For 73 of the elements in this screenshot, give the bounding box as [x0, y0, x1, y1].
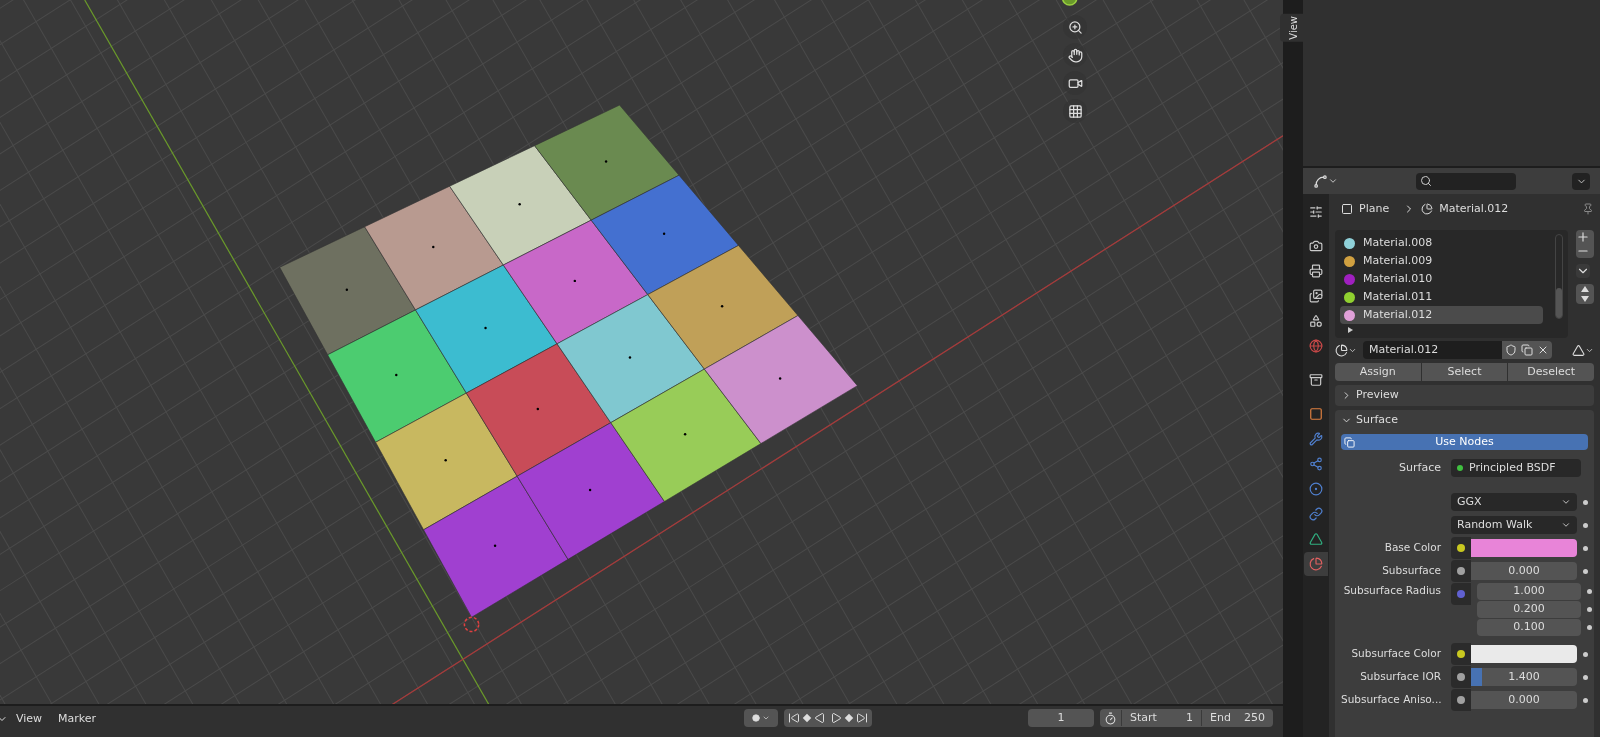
- menu-item[interactable]: View: [8, 709, 51, 729]
- menu-caret-icon[interactable]: [1576, 264, 1590, 278]
- expand-triangle-icon[interactable]: [1348, 327, 1353, 333]
- dropdown-field[interactable]: GGX: [1451, 493, 1577, 511]
- number-slider[interactable]: 0.000: [1471, 691, 1577, 709]
- zoom-icon[interactable]: [1063, 15, 1087, 39]
- current-frame-field[interactable]: 1: [1028, 709, 1094, 727]
- field-label: Subsurface Aniso...: [1341, 692, 1443, 708]
- breadcrumb-item[interactable]: Material.012: [1439, 200, 1509, 218]
- move-up-icon[interactable]: [1581, 286, 1589, 292]
- camera-icon[interactable]: [1063, 71, 1087, 95]
- field-label: Surface: [1398, 459, 1442, 476]
- object-icon: [1341, 203, 1353, 215]
- duplicate-icon[interactable]: [1521, 344, 1533, 356]
- play-icon[interactable]: [830, 712, 842, 724]
- start-frame-field[interactable]: Start 1: [1121, 709, 1201, 727]
- field-label: Subsurface Color: [1350, 646, 1442, 662]
- number-slider[interactable]: 0.000: [1471, 562, 1577, 580]
- material-slot[interactable]: Material.010: [1340, 270, 1543, 288]
- number-field[interactable]: 0.200: [1477, 601, 1581, 618]
- 3d-cursor-icon: [463, 616, 480, 633]
- number-field[interactable]: 1.000: [1477, 583, 1581, 600]
- next-keyframe-icon[interactable]: [844, 713, 854, 723]
- field-label: Subsurface Radius: [1342, 583, 1442, 598]
- fake-user-icon[interactable]: [1505, 344, 1517, 356]
- breadcrumb-item[interactable]: Plane: [1359, 200, 1390, 218]
- color-swatch[interactable]: [1471, 539, 1577, 557]
- search-icon: [1420, 175, 1432, 187]
- search-field[interactable]: [1416, 172, 1516, 190]
- number-field[interactable]: 0.100: [1477, 619, 1581, 636]
- material-slot[interactable]: Material.009: [1340, 252, 1543, 270]
- grid-icon[interactable]: [1063, 99, 1087, 123]
- panel-header[interactable]: Surface: [1335, 410, 1594, 431]
- end-frame-field[interactable]: End 250: [1201, 709, 1273, 727]
- caret-icon: [1561, 520, 1571, 530]
- jump-end-icon[interactable]: [856, 712, 868, 724]
- editor-type-icon[interactable]: [1313, 173, 1338, 189]
- field-label: Base Color: [1383, 540, 1442, 556]
- panel-header[interactable]: Preview: [1335, 385, 1594, 406]
- use-nodes-button[interactable]: Use Nodes: [1341, 434, 1588, 450]
- caret-icon: [1561, 497, 1571, 507]
- scrollbar[interactable]: [1555, 234, 1563, 319]
- link-mode-icon[interactable]: [1572, 343, 1594, 357]
- dropdown-field[interactable]: Random Walk: [1451, 516, 1577, 534]
- color-swatch[interactable]: [1471, 645, 1577, 663]
- material-slot[interactable]: Material.012: [1340, 306, 1543, 324]
- record-dot-icon: [752, 714, 760, 722]
- action-button[interactable]: Assign: [1335, 363, 1421, 381]
- material-slot[interactable]: Material.011: [1340, 288, 1543, 306]
- field-label: Subsurface IOR: [1359, 669, 1442, 685]
- add-icon[interactable]: [1576, 230, 1590, 244]
- action-button[interactable]: Select: [1421, 363, 1508, 381]
- material-browse-icon[interactable]: [1335, 343, 1357, 357]
- field-label: Subsurface: [1381, 563, 1442, 579]
- prev-keyframe-icon[interactable]: [802, 713, 812, 723]
- stopwatch-icon[interactable]: [1104, 711, 1117, 725]
- menu-item[interactable]: Marker: [50, 709, 105, 729]
- move-down-icon[interactable]: [1581, 296, 1589, 302]
- material-slot[interactable]: Material.008: [1340, 234, 1543, 252]
- pin-icon[interactable]: [1582, 203, 1594, 215]
- dropdown-button[interactable]: [1572, 172, 1590, 190]
- material-icon[interactable]: [1304, 552, 1328, 576]
- record-button[interactable]: [744, 709, 778, 727]
- play-reverse-icon[interactable]: [814, 712, 826, 724]
- close-icon[interactable]: [1537, 344, 1549, 356]
- action-button[interactable]: Deselect: [1508, 363, 1594, 381]
- material-name-field[interactable]: Material.012: [1363, 341, 1502, 359]
- shader-field[interactable]: Principled BSDF: [1451, 459, 1581, 477]
- number-slider[interactable]: 1.400: [1471, 668, 1577, 686]
- caret-icon: [762, 714, 770, 722]
- material-icon: [1421, 203, 1434, 215]
- jump-start-icon[interactable]: [788, 712, 800, 724]
- hand-icon[interactable]: [1063, 43, 1087, 67]
